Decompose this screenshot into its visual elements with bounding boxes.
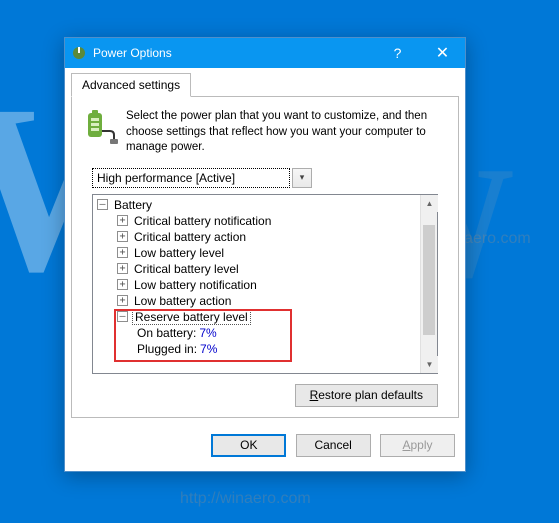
tree-node[interactable]: + Critical battery notification [93, 213, 420, 229]
tab-advanced-settings[interactable]: Advanced settings [71, 73, 191, 97]
apply-button[interactable]: Apply [380, 434, 455, 457]
tab-strip: Advanced settings [65, 68, 465, 96]
tree-node[interactable]: + Critical battery level [93, 261, 420, 277]
settings-tree-body[interactable]: – Battery + Critical battery notification… [93, 195, 420, 373]
power-options-icon [71, 45, 87, 61]
battery-plug-icon [82, 109, 118, 145]
restore-defaults-button[interactable]: Restore plan defaults [295, 384, 438, 407]
tree-node[interactable]: + Low battery action [93, 293, 420, 309]
tree-label: Critical battery action [132, 230, 248, 244]
scroll-down-icon[interactable]: ▼ [421, 356, 438, 373]
help-button[interactable]: ? [375, 38, 420, 68]
value: 7% [199, 326, 216, 340]
settings-tree: – Battery + Critical battery notification… [92, 194, 438, 374]
tree-label: Low battery notification [132, 278, 259, 292]
tree-value-on-battery[interactable]: On battery:7% [93, 325, 420, 341]
expand-icon[interactable]: + [117, 247, 128, 258]
tree-label: Battery [112, 198, 154, 212]
intro-section: Select the power plan that you want to c… [80, 105, 450, 166]
tree-label: Low battery action [132, 294, 233, 308]
tree-scrollbar[interactable]: ▲ ▼ [420, 195, 437, 373]
window-title: Power Options [93, 46, 375, 60]
tree-node-reserve-battery[interactable]: –Reserve battery level [93, 309, 420, 325]
collapse-icon[interactable]: – [97, 199, 108, 210]
expand-icon[interactable]: + [117, 295, 128, 306]
watermark-url: http://winaero.com [180, 490, 311, 508]
tree-node[interactable]: + Low battery notification [93, 277, 420, 293]
dialog-buttons-row: OK Cancel Apply [65, 424, 465, 471]
power-plan-dropdown-button[interactable]: ▾ [292, 168, 312, 188]
titlebar[interactable]: Power Options ? ✕ [65, 38, 465, 68]
tree-value-plugged-in[interactable]: Plugged in:7% [93, 341, 420, 357]
expand-icon[interactable]: + [117, 215, 128, 226]
restore-row: Restore plan defaults [80, 374, 450, 409]
dialog-content: Select the power plan that you want to c… [71, 96, 459, 418]
value: 7% [200, 342, 217, 356]
collapse-icon[interactable]: – [117, 311, 128, 322]
tree-node[interactable]: + Critical battery action [93, 229, 420, 245]
tree-label: Critical battery level [132, 262, 241, 276]
intro-text: Select the power plan that you want to c… [126, 109, 448, 156]
close-button[interactable]: ✕ [420, 38, 465, 68]
power-options-dialog: Power Options ? ✕ Advanced settings Sele… [64, 37, 466, 472]
tree-label: Reserve battery level [132, 309, 251, 325]
tree-node-battery[interactable]: – Battery [93, 197, 420, 213]
scroll-up-icon[interactable]: ▲ [421, 195, 438, 212]
tree-node[interactable]: + Low battery level [93, 245, 420, 261]
power-plan-select-row: High performance [Active] ▾ [92, 168, 438, 188]
expand-icon[interactable]: + [117, 279, 128, 290]
expand-icon[interactable]: + [117, 263, 128, 274]
chevron-down-icon: ▾ [300, 172, 305, 183]
value-label: Plugged in: [137, 342, 197, 356]
ok-button[interactable]: OK [211, 434, 286, 457]
scroll-thumb[interactable] [423, 225, 435, 335]
expand-icon[interactable]: + [117, 231, 128, 242]
value-label: On battery: [137, 326, 196, 340]
tree-label: Critical battery notification [132, 214, 273, 228]
power-plan-select[interactable]: High performance [Active] [92, 168, 290, 188]
cancel-button[interactable]: Cancel [296, 434, 371, 457]
tree-label: Low battery level [132, 246, 226, 260]
